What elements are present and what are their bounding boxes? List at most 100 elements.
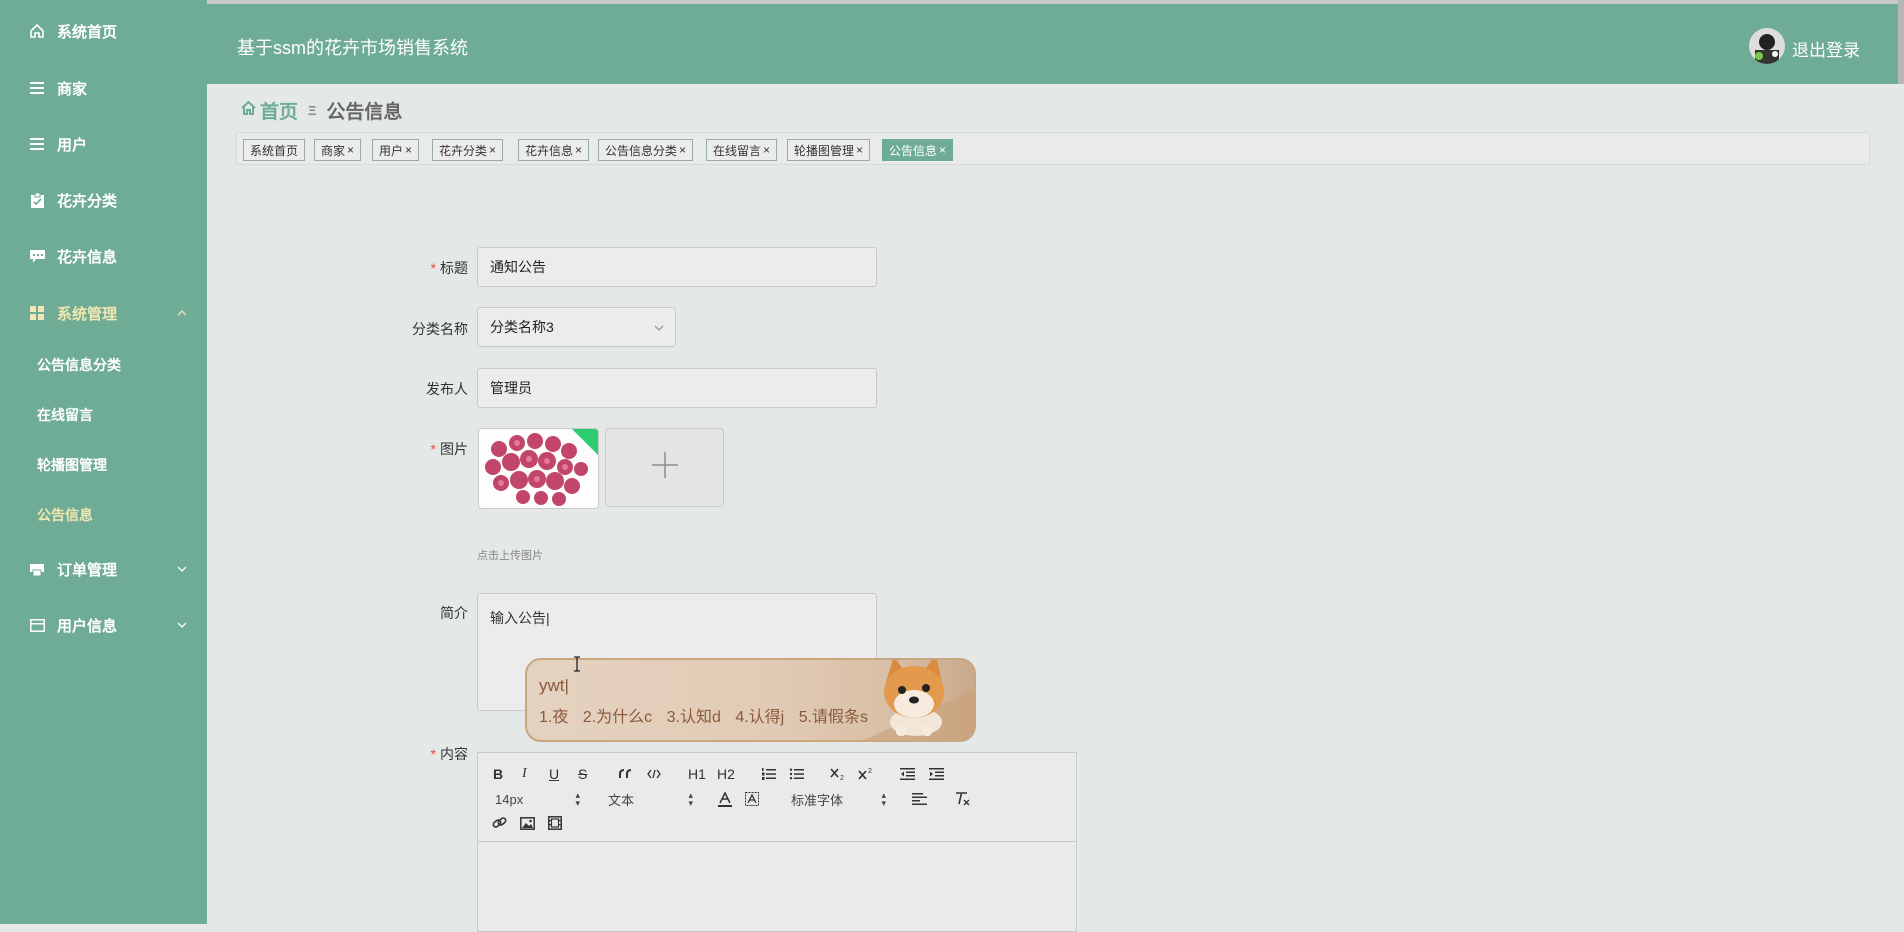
close-icon[interactable]: × [489, 143, 496, 157]
tag-home[interactable]: 系统首页 [243, 139, 306, 161]
sidebar-item-merchant[interactable]: 商家 [0, 70, 207, 106]
rich-text-editor: B I U S H1 H2 2 2 14px ▴ ▾ 文本 ▴ ▾ 标准字体 ▴… [477, 752, 1077, 932]
ime-candidate[interactable]: 2.为什么c [583, 709, 652, 726]
chevron-down-icon [175, 562, 189, 576]
list-icon [28, 135, 46, 153]
sidebar-subitem-notice-category[interactable]: 公告信息分类 [0, 349, 207, 381]
printer-icon [28, 560, 46, 578]
quote-icon[interactable] [619, 765, 633, 783]
indent-icon[interactable] [929, 765, 944, 783]
close-icon[interactable]: × [679, 143, 686, 157]
tag-label: 花卉信息 [525, 143, 574, 158]
bold-button[interactable]: B [493, 765, 503, 783]
tag-merchant[interactable]: 商家 × [314, 139, 362, 161]
sidebar-item-home[interactable]: 系统首页 [0, 13, 207, 49]
chevron-down-icon [653, 321, 665, 333]
tag-notice[interactable]: 公告信息 × [882, 139, 954, 161]
publisher-input[interactable]: 管理员 [477, 368, 877, 408]
logout-button[interactable]: 退出登录 [1792, 36, 1860, 61]
tag-users[interactable]: 用户 × [372, 139, 420, 161]
tag-messages[interactable]: 在线留言 × [706, 139, 778, 161]
content-label: * 内容 [368, 744, 468, 764]
card-icon [28, 616, 46, 634]
category-select[interactable]: 分类名称3 [477, 307, 676, 347]
align-left-icon[interactable] [912, 790, 927, 808]
paragraph-value: 文本 [608, 792, 635, 808]
image-icon[interactable] [520, 814, 535, 832]
italic-button[interactable]: I [522, 765, 527, 783]
tag-label: 轮播图管理 [794, 143, 855, 158]
sidebar-item-user-info[interactable]: 用户信息 [0, 607, 207, 643]
h1-button[interactable]: H1 [688, 765, 706, 783]
close-icon[interactable]: × [575, 143, 582, 157]
ime-candidate[interactable]: 5.请假条s [799, 709, 868, 726]
title-label-text: 标题 [440, 260, 468, 276]
background-color-icon[interactable] [745, 790, 759, 808]
ordered-list-icon[interactable] [761, 765, 776, 783]
font-color-icon[interactable] [718, 790, 732, 808]
close-icon[interactable]: × [763, 143, 770, 157]
updown-icon: ▴ ▾ [575, 790, 580, 808]
tag-notice-category[interactable]: 公告信息分类 × [598, 139, 694, 161]
sidebar-subitem-carousel[interactable]: 轮播图管理 [0, 449, 207, 481]
clipboard-icon [28, 191, 46, 209]
uploaded-image-thumbnail[interactable] [478, 428, 599, 509]
scrollbar-thumb[interactable] [1898, 0, 1904, 84]
ime-candidate-list: 1.夜 2.为什么c 3.认知d 4.认得j 5.请假条s [539, 703, 878, 727]
tag-carousel[interactable]: 轮播图管理 × [787, 139, 871, 161]
strike-button[interactable]: S [578, 765, 587, 783]
summary-text: 输入公告 [490, 610, 546, 626]
svg-text:2: 2 [840, 775, 844, 781]
sidebar-item-label: 订单管理 [57, 561, 118, 579]
close-icon[interactable]: × [856, 143, 863, 157]
rose-bouquet-image [479, 429, 598, 508]
image-label: * 图片 [368, 439, 468, 459]
sidebar-subitem-notice[interactable]: 公告信息 [0, 499, 207, 531]
underline-button[interactable]: U [549, 765, 559, 783]
clear-format-icon[interactable] [955, 790, 970, 808]
video-icon[interactable] [548, 814, 562, 832]
sidebar-subitem-label: 在线留言 [37, 407, 93, 423]
plus-icon [651, 451, 679, 484]
superscript-icon[interactable]: 2 [858, 765, 874, 783]
ime-candidate[interactable]: 4.认得j [735, 709, 784, 726]
category-select-value: 分类名称3 [490, 319, 554, 335]
avatar[interactable] [1749, 28, 1785, 64]
sidebar-item-label: 花卉信息 [57, 248, 118, 266]
tag-flower-category[interactable]: 花卉分类 × [432, 139, 504, 161]
breadcrumb-home[interactable]: 首页 [240, 97, 298, 124]
tag-label: 公告信息 [889, 143, 938, 158]
title-label: * 标题 [368, 258, 468, 278]
code-icon[interactable] [647, 765, 661, 783]
tag-flower-info[interactable]: 花卉信息 × [518, 139, 590, 161]
header: 基于ssm的花卉市场销售系统 退出登录 [207, 0, 1904, 84]
required-mark: * [430, 260, 436, 276]
breadcrumb-current: 公告信息 [326, 102, 403, 123]
sidebar-item-users[interactable]: 用户 [0, 126, 207, 162]
title-input[interactable]: 通知公告 [477, 247, 877, 287]
close-icon[interactable]: × [347, 143, 354, 157]
h2-button[interactable]: H2 [717, 765, 735, 783]
tag-label: 在线留言 [713, 143, 762, 158]
close-icon[interactable]: × [405, 143, 412, 157]
close-icon[interactable]: × [939, 143, 946, 157]
paragraph-select[interactable]: 文本 ▴ ▾ [608, 790, 693, 808]
upload-button[interactable] [605, 428, 724, 507]
outdent-icon[interactable] [900, 765, 915, 783]
ime-candidate[interactable]: 1.夜 [539, 709, 568, 726]
bullet-list-icon[interactable] [789, 765, 804, 783]
editor-content-area[interactable] [478, 842, 1076, 932]
font-size-select[interactable]: 14px ▴ ▾ [495, 790, 580, 808]
sidebar-subitem-messages[interactable]: 在线留言 [0, 399, 207, 431]
ime-candidate[interactable]: 3.认知d [667, 709, 721, 726]
sidebar-item-flower-info[interactable]: 花卉信息 [0, 238, 207, 274]
link-icon[interactable] [492, 814, 507, 832]
sidebar-item-flower-category[interactable]: 花卉分类 [0, 182, 207, 218]
sidebar-item-system[interactable]: 系统管理 [0, 295, 207, 331]
font-family-select[interactable]: 标准字体 ▴ ▾ [791, 790, 886, 808]
breadcrumb-separator-icon: Ξ [308, 103, 317, 118]
subscript-icon[interactable]: 2 [830, 765, 846, 783]
page-scrollbar[interactable] [1898, 0, 1904, 924]
sidebar-item-orders[interactable]: 订单管理 [0, 551, 207, 587]
breadcrumb-home-label: 首页 [260, 102, 299, 123]
